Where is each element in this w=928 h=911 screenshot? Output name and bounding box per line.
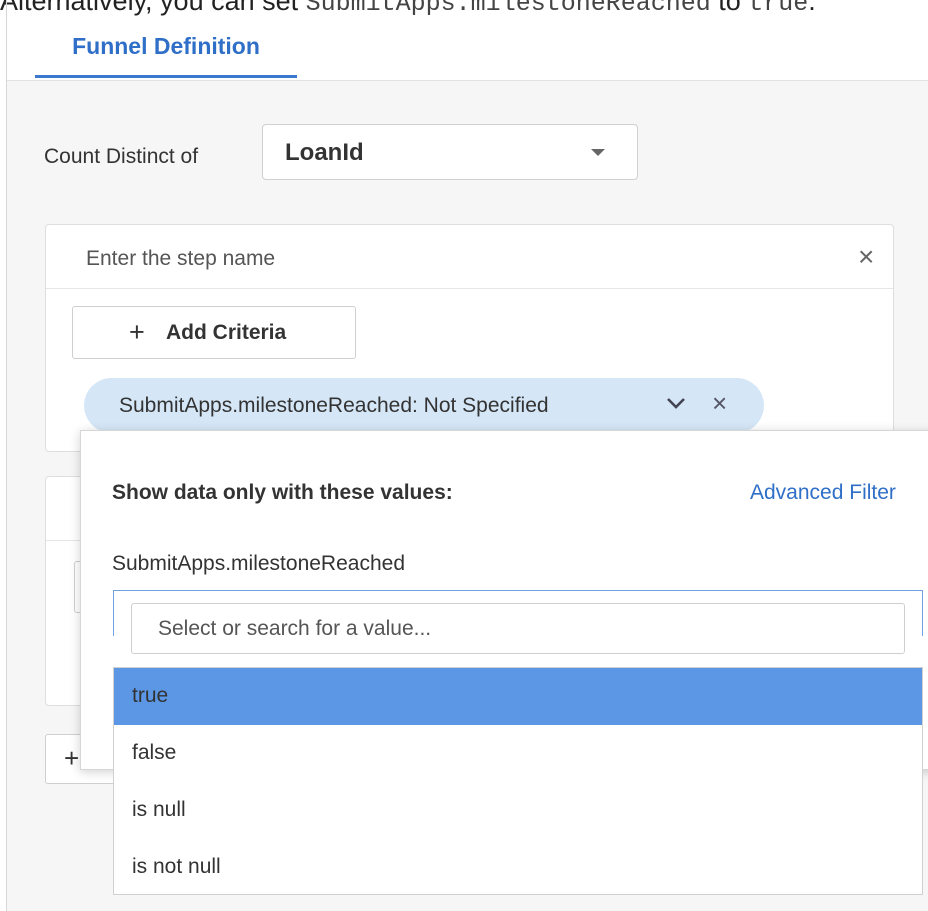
option-is-null[interactable]: is null	[114, 782, 922, 839]
chevron-down-icon[interactable]	[664, 391, 688, 421]
close-icon[interactable]: ×	[858, 241, 874, 273]
option-label: false	[132, 741, 177, 764]
filter-field-label: SubmitApps.milestoneReached	[112, 552, 405, 575]
option-label: true	[132, 684, 169, 707]
option-false[interactable]: false	[114, 725, 922, 782]
value-search-input[interactable]	[131, 603, 905, 654]
advanced-filter-link[interactable]: Advanced Filter	[750, 481, 896, 505]
option-label: is not null	[132, 855, 221, 878]
tab-funnel-definition[interactable]: Funnel Definition	[35, 32, 297, 78]
intro-code-field: SubmitApps.milestoneReached	[305, 0, 711, 18]
intro-code-value: true	[748, 0, 809, 18]
intro-middle: to	[710, 0, 749, 16]
option-true[interactable]: true	[114, 668, 922, 725]
intro-suffix: .	[808, 0, 816, 16]
count-distinct-label: Count Distinct of	[44, 145, 199, 168]
remove-criteria-icon[interactable]: ×	[712, 388, 727, 419]
intro-prefix: Alternatively, you can set	[0, 0, 306, 16]
count-distinct-select[interactable]: LoanId	[262, 124, 638, 180]
value-options-list: true false is null is not null	[113, 667, 923, 895]
filter-title: Show data only with these values:	[112, 481, 453, 504]
criteria-chip-label: SubmitApps.milestoneReached: Not Specifi…	[119, 394, 549, 417]
option-label: is null	[132, 798, 186, 821]
plus-icon: +	[129, 317, 145, 347]
plus-icon: +	[64, 743, 80, 773]
caret-down-icon	[591, 149, 605, 156]
option-is-not-null[interactable]: is not null	[114, 839, 922, 896]
intro-text: Alternatively, you can set SubmitApps.mi…	[0, 0, 816, 18]
add-criteria-label: Add Criteria	[166, 321, 287, 344]
criteria-chip[interactable]: SubmitApps.milestoneReached: Not Specifi…	[84, 378, 764, 433]
step-header: Enter the step name ×	[46, 225, 893, 289]
count-distinct-value: LoanId	[285, 139, 364, 166]
step-name-input[interactable]: Enter the step name	[86, 247, 275, 271]
add-criteria-button[interactable]: + Add Criteria	[72, 306, 356, 359]
